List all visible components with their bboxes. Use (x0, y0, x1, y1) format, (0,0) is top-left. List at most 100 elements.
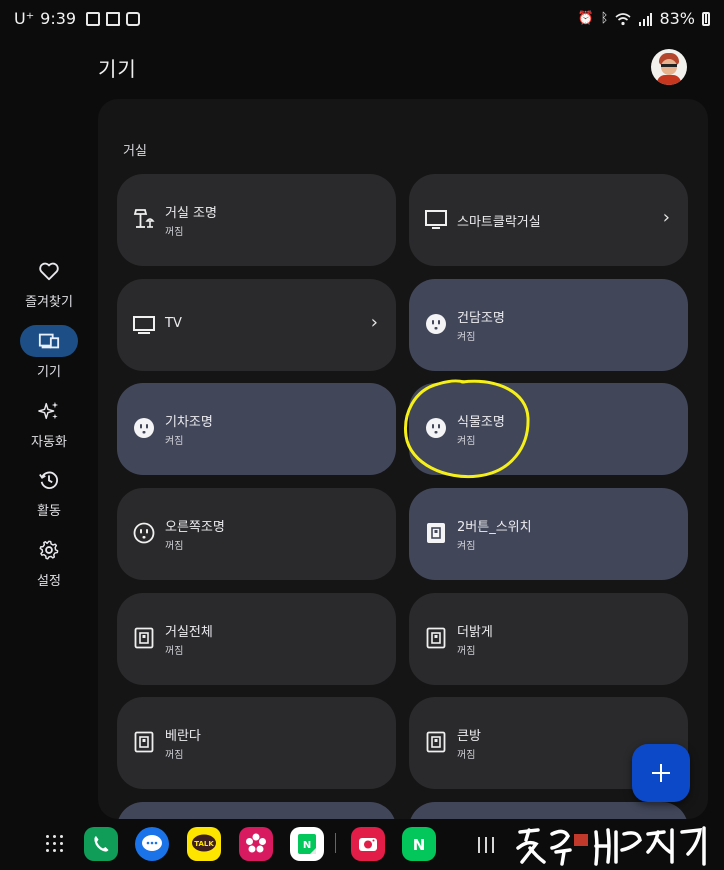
notification-icon (86, 11, 101, 26)
device-tile-living-all[interactable]: 거실전체 꺼짐 (117, 593, 396, 685)
switch-icon (427, 523, 445, 543)
device-state: 꺼짐 (165, 227, 184, 238)
outlet-icon (133, 522, 155, 544)
naver-blog-label: N (303, 840, 311, 851)
nav-label-devices: 기기 (37, 365, 61, 380)
outlet-icon (426, 314, 446, 334)
status-bar: U⁺ 9:39 ⏰ ᛒ 83% (0, 0, 724, 40)
kakaotalk-label: TALK (194, 840, 214, 848)
display-icon (425, 210, 447, 229)
device-name: 거실 조명 (165, 206, 217, 221)
device-name: 식물조명 (457, 415, 505, 430)
nav-item-favorites[interactable]: 즐겨찾기 (0, 255, 98, 310)
device-name: 더밝게 (457, 625, 493, 640)
kakaotalk-app-icon[interactable]: TALK (187, 827, 221, 861)
outlet-icon (134, 418, 154, 438)
room-label: 거실 (123, 144, 147, 159)
nav-label-activity: 활동 (37, 504, 61, 519)
outlet-icon (426, 418, 446, 438)
plus-icon (660, 764, 662, 782)
battery-icon (702, 11, 710, 26)
device-state: 꺼짐 (165, 541, 184, 552)
switch-icon (134, 731, 154, 753)
nav-item-activity[interactable]: 활동 (0, 464, 98, 519)
device-state: 꺼짐 (457, 750, 476, 761)
status-left: U⁺ 9:39 (14, 9, 141, 28)
flower-icon (246, 833, 266, 853)
phone-app-icon[interactable] (84, 827, 118, 861)
device-tile-gundam-light[interactable]: 건담조명 켜짐 (409, 279, 688, 371)
dock-divider (335, 833, 336, 853)
avatar-face (661, 59, 677, 75)
heart-icon (39, 262, 59, 281)
nav-item-devices[interactable]: 기기 (0, 325, 98, 380)
device-tile-plant-light[interactable]: 식물조명 켜짐 (409, 383, 688, 475)
device-state: 꺼짐 (457, 646, 476, 657)
signal-icon (639, 12, 653, 26)
device-name: 2버튼_스위치 (457, 520, 532, 535)
naver-n-icon: N (413, 836, 426, 854)
devices-panel: 거실 거실 조명 꺼짐 스마트클락거실 › TV › 건담조명 켜짐 기차조명 … (98, 99, 708, 819)
device-state: 꺼짐 (165, 646, 184, 657)
device-name: 기차조명 (165, 415, 213, 430)
device-tile-partial[interactable] (117, 802, 396, 819)
chevron-right-icon: › (370, 312, 378, 333)
switch-icon (134, 627, 154, 649)
naver-app-icon[interactable]: N (402, 827, 436, 861)
devices-icon (38, 333, 60, 349)
device-name: 스마트클락거실 (457, 215, 541, 230)
chat-bubble-icon (142, 835, 162, 851)
device-tile-smart-clock[interactable]: 스마트클락거실 › (409, 174, 688, 266)
device-tile-brighter[interactable]: 더밝게 꺼짐 (409, 593, 688, 685)
add-device-button[interactable] (632, 744, 690, 802)
blossom-app-icon[interactable] (239, 827, 273, 861)
alarm-icon: ⏰ (577, 11, 594, 26)
wifi-icon (615, 12, 631, 25)
device-tile-partial[interactable] (409, 802, 688, 819)
device-name: 큰방 (457, 729, 481, 744)
nav-icon-container (20, 325, 78, 357)
device-name: TV (165, 316, 182, 331)
device-tile-right-light[interactable]: 오른쪽조명 꺼짐 (117, 488, 396, 580)
recents-button[interactable] (478, 837, 496, 853)
lamp-icon (133, 209, 155, 228)
taskbar: TALK N N (0, 818, 724, 870)
messages-app-icon[interactable] (135, 827, 169, 861)
battery-percent: 83% (659, 9, 695, 28)
switch-icon (426, 731, 446, 753)
nav-label-favorites: 즐겨찾기 (25, 295, 73, 310)
talk-bubble-icon: TALK (192, 834, 216, 852)
avatar-glasses (661, 64, 677, 67)
app-drawer-icon[interactable] (46, 835, 66, 855)
avatar[interactable] (651, 49, 687, 85)
device-state: 꺼짐 (165, 750, 184, 761)
naver-blog-app-icon[interactable]: N (290, 827, 324, 861)
switch-icon (426, 627, 446, 649)
chevron-right-icon: › (662, 207, 670, 228)
nav-label-automation: 자동화 (31, 435, 67, 450)
device-tile-tv[interactable]: TV › (117, 279, 396, 371)
nav-icon-container (20, 534, 78, 566)
page-title: 기기 (98, 57, 137, 81)
carrier-label: U⁺ (14, 9, 35, 28)
device-state: 켜짐 (165, 436, 184, 447)
device-tile-living-light[interactable]: 거실 조명 꺼짐 (117, 174, 396, 266)
device-state: 켜짐 (457, 332, 476, 343)
device-tile-veranda[interactable]: 베란다 꺼짐 (117, 697, 396, 789)
nav-item-automation[interactable]: 자동화 (0, 395, 98, 450)
blog-icon: N (298, 834, 316, 854)
history-icon (39, 471, 58, 489)
device-name: 베란다 (165, 729, 201, 744)
camera-app-icon[interactable] (351, 827, 385, 861)
nav-icon-container (20, 464, 78, 496)
camera-icon (359, 838, 377, 851)
device-state: 켜짐 (457, 436, 476, 447)
nav-label-settings: 설정 (37, 574, 61, 589)
nav-icon-container (20, 395, 78, 427)
phone-icon (94, 836, 109, 852)
device-tile-two-button-switch[interactable]: 2버튼_스위치 켜짐 (409, 488, 688, 580)
nav-icon-container (20, 255, 78, 287)
device-name: 거실전체 (165, 625, 213, 640)
device-tile-train-light[interactable]: 기차조명 켜짐 (117, 383, 396, 475)
nav-item-settings[interactable]: 설정 (0, 534, 98, 589)
